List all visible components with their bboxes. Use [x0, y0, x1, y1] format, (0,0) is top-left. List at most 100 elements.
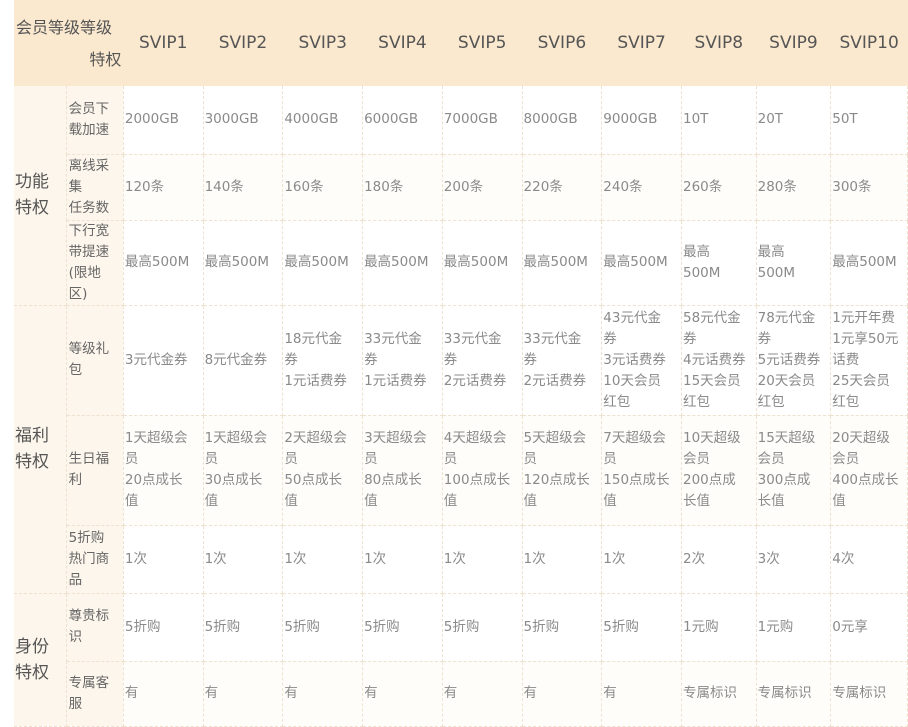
table-row: 下行宽 带提速 (限地 区) 最高500M 最高500M 最高500M 最高500M 最高500…: [14, 220, 908, 306]
value-cell-line: 券: [757, 330, 772, 347]
privilege-label: 5折购 热门商品: [66, 525, 124, 594]
value-cell-line: 5折购: [523, 618, 560, 635]
value-cell-line: 4000GB: [284, 111, 339, 128]
value-cell-line: 券: [443, 351, 458, 368]
value-cell-line: 300点成: [757, 472, 811, 488]
value-cell-line: 80点成长: [364, 472, 422, 488]
value-cell-line: 值: [443, 493, 458, 509]
privilege-label: 生日福利: [66, 415, 124, 526]
value-cell-line: 员: [124, 451, 139, 467]
value-cell-line: 240条: [603, 178, 643, 195]
value-cell-line: 200点成: [683, 472, 736, 488]
table-row: 生日福利 1天超级会员 20点成长值 1天超级会员 30点成长值 2天超级会员 50点成长值…: [14, 415, 908, 526]
privilege-label-line: (限地: [68, 264, 101, 281]
privilege-label-line: 品: [68, 571, 83, 588]
value-cell-line: 25天会员: [832, 372, 890, 389]
value-cell-line: 5元话费券: [757, 351, 821, 368]
value-cell-line: 1次: [364, 550, 387, 567]
value-cell-svip3: 最高500M: [282, 220, 364, 306]
value-cell-line: 120点成长: [523, 472, 590, 488]
value-cell-svip4: 180条: [362, 154, 443, 221]
value-cell-line: 50点成长: [284, 472, 343, 488]
category-label: 身份 特权: [14, 593, 67, 727]
value-cell-svip8: 最高 500M: [681, 220, 757, 306]
value-cell-svip8: 2次: [681, 525, 757, 594]
value-cell-line: 5折购: [603, 618, 639, 635]
value-cell-line: 43元代金: [603, 309, 661, 326]
value-cell-line: 红包: [832, 393, 860, 410]
value-cell-svip1: 最高500M: [123, 220, 204, 306]
value-cell-line: 20点成长: [124, 472, 183, 488]
value-cell-line: 最高500M: [603, 254, 668, 270]
privilege-label-line: 集: [68, 178, 83, 195]
value-cell-svip6: 220条: [522, 154, 603, 221]
svip-privilege-table: 会员等级等级 特权 SVIP1 SVIP2 SVIP3 SVIP4 SVIP5 SVIP6…: [14, 0, 908, 727]
privilege-label-line: 专属客: [68, 674, 110, 691]
value-cell-line: 3000GB: [204, 111, 259, 128]
value-cell-svip8: 10天超级 会员 200点成 长值: [681, 415, 757, 526]
level-header-svip8: SVIP8: [681, 0, 757, 86]
value-cell-line: 260条: [683, 178, 723, 195]
table-row: 身份 特权 尊贵标识 5折购 5折购 5折购 5折购 5折购 5折购 5折购 1元购 1元购 0元享: [14, 593, 908, 727]
value-cell-svip10: 4次: [830, 525, 908, 594]
value-cell-line: 4天超级会: [443, 430, 507, 446]
category-label-line: 特权: [15, 662, 49, 683]
value-cell-line: 160条: [284, 178, 324, 195]
privilege-label: 下行宽 带提速 (限地 区): [66, 220, 124, 306]
privilege-label-line: 生日福: [68, 451, 110, 467]
value-cell-line: 值: [832, 493, 846, 509]
value-cell-line: 4次: [832, 550, 855, 567]
value-cell-svip8: 专属标识: [681, 661, 757, 727]
value-cell-svip7: 7天超级会员 150点成长值: [601, 415, 682, 526]
value-cell-svip3: 4000GB: [282, 86, 364, 155]
value-cell-svip6: 33元代金券 2元话费券: [522, 305, 603, 416]
value-cell-line: 1元购: [683, 618, 719, 635]
value-cell-svip2: 1天超级会员 30点成长值: [203, 415, 284, 526]
value-cell-line: 券: [284, 351, 298, 368]
value-cell-line: 58元代金: [683, 309, 741, 326]
value-cell-svip4: 1次: [362, 525, 443, 594]
category-label-line: 福利: [15, 426, 49, 446]
value-cell-line: 会员: [683, 451, 710, 467]
privilege-label-line: 离线采: [68, 157, 110, 174]
value-cell-line: 33元代金: [364, 330, 422, 347]
value-cell-svip7: 5折购: [601, 593, 682, 662]
value-cell-svip2: 1次: [203, 525, 284, 594]
privilege-label-line: 利: [68, 472, 83, 488]
value-cell-line: 员: [364, 451, 378, 467]
value-cell-line: 值: [284, 493, 298, 509]
table-row: 功能 特权 会员下 载加速 2000GB 3000GB 4000GB 6000GB 7000GB…: [14, 86, 908, 306]
value-cell-line: 10天会员: [603, 372, 661, 389]
value-cell-svip5: 最高500M: [442, 220, 523, 306]
value-cell-line: 有: [284, 685, 298, 701]
value-cell-line: 15天会员: [683, 372, 741, 389]
value-cell-svip7: 240条: [601, 154, 682, 221]
level-header-svip2: SVIP2: [203, 0, 283, 86]
privilege-label: 等级礼包: [66, 305, 124, 416]
table-row: 福利 特权 等级礼包 3元代金券 8元代金券 18元代金券 1元话费券 33元代金券 1元话费券…: [14, 305, 908, 594]
value-cell-line: 红包: [757, 393, 785, 410]
value-cell-svip7: 有: [601, 661, 682, 727]
value-cell-svip2: 5折购: [203, 593, 284, 662]
category-label-line: 特权: [15, 198, 49, 219]
privilege-label-line: 等级礼: [68, 341, 110, 357]
level-header-svip3: SVIP3: [282, 0, 363, 86]
value-cell-svip4: 33元代金券 1元话费券: [362, 305, 443, 416]
value-cell-line: 1次: [603, 550, 626, 567]
corner-bottom-label: 特权: [89, 50, 122, 69]
value-cell-line: 8元代金券: [204, 351, 268, 368]
corner-top-label: 会员等级等级: [16, 18, 113, 37]
value-cell-line: 1元开年费: [832, 309, 895, 326]
value-cell-svip1: 120条: [123, 154, 204, 221]
level-header-svip6: SVIP6: [522, 0, 602, 86]
value-cell-line: 5折购: [204, 618, 241, 635]
value-cell-line: 6000GB: [364, 111, 419, 128]
value-cell-line: 券: [603, 330, 617, 347]
value-cell-line: 150点成长: [603, 472, 670, 488]
value-cell-svip9: 280条: [756, 154, 832, 221]
value-cell-svip10: 最高500M: [830, 220, 908, 306]
value-cell-svip6: 最高500M: [522, 220, 603, 306]
value-cell-line: 有: [364, 685, 378, 701]
value-cell-svip5: 有: [442, 661, 523, 727]
value-cell-line: 有: [523, 685, 538, 701]
